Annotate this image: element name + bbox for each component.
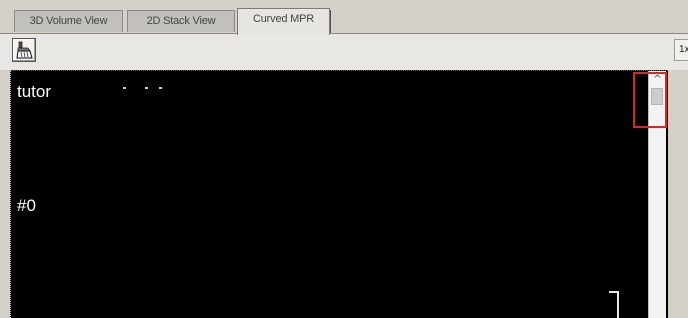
annotation-highlight-box [633,72,667,128]
tab-3d-volume-view[interactable]: 3D Volume View [14,10,123,32]
orientation-marker [609,291,619,318]
side-panel [668,70,688,318]
zoom-level-button[interactable]: 1x [674,39,688,61]
tab-divider [330,10,331,34]
mpr-viewport[interactable]: tutor #0 [11,71,648,318]
curved-mpr-window: 3D Volume View 2D Stack View Curved MPR … [0,0,688,318]
viewer-toolbar: 1x [0,34,688,70]
brush-icon [13,39,35,61]
tab-curved-mpr[interactable]: Curved MPR [237,8,330,35]
redacted-text-marks [123,87,183,91]
view-tab-strip: 3D Volume View 2D Stack View Curved MPR [0,0,688,35]
brush-tool-button[interactable] [12,38,36,62]
tab-2d-stack-view[interactable]: 2D Stack View [127,10,235,32]
slice-index-label: #0 [17,196,36,215]
patient-name-label: tutor [17,82,52,101]
mpr-viewport-frame: tutor #0 ^ [10,70,668,318]
